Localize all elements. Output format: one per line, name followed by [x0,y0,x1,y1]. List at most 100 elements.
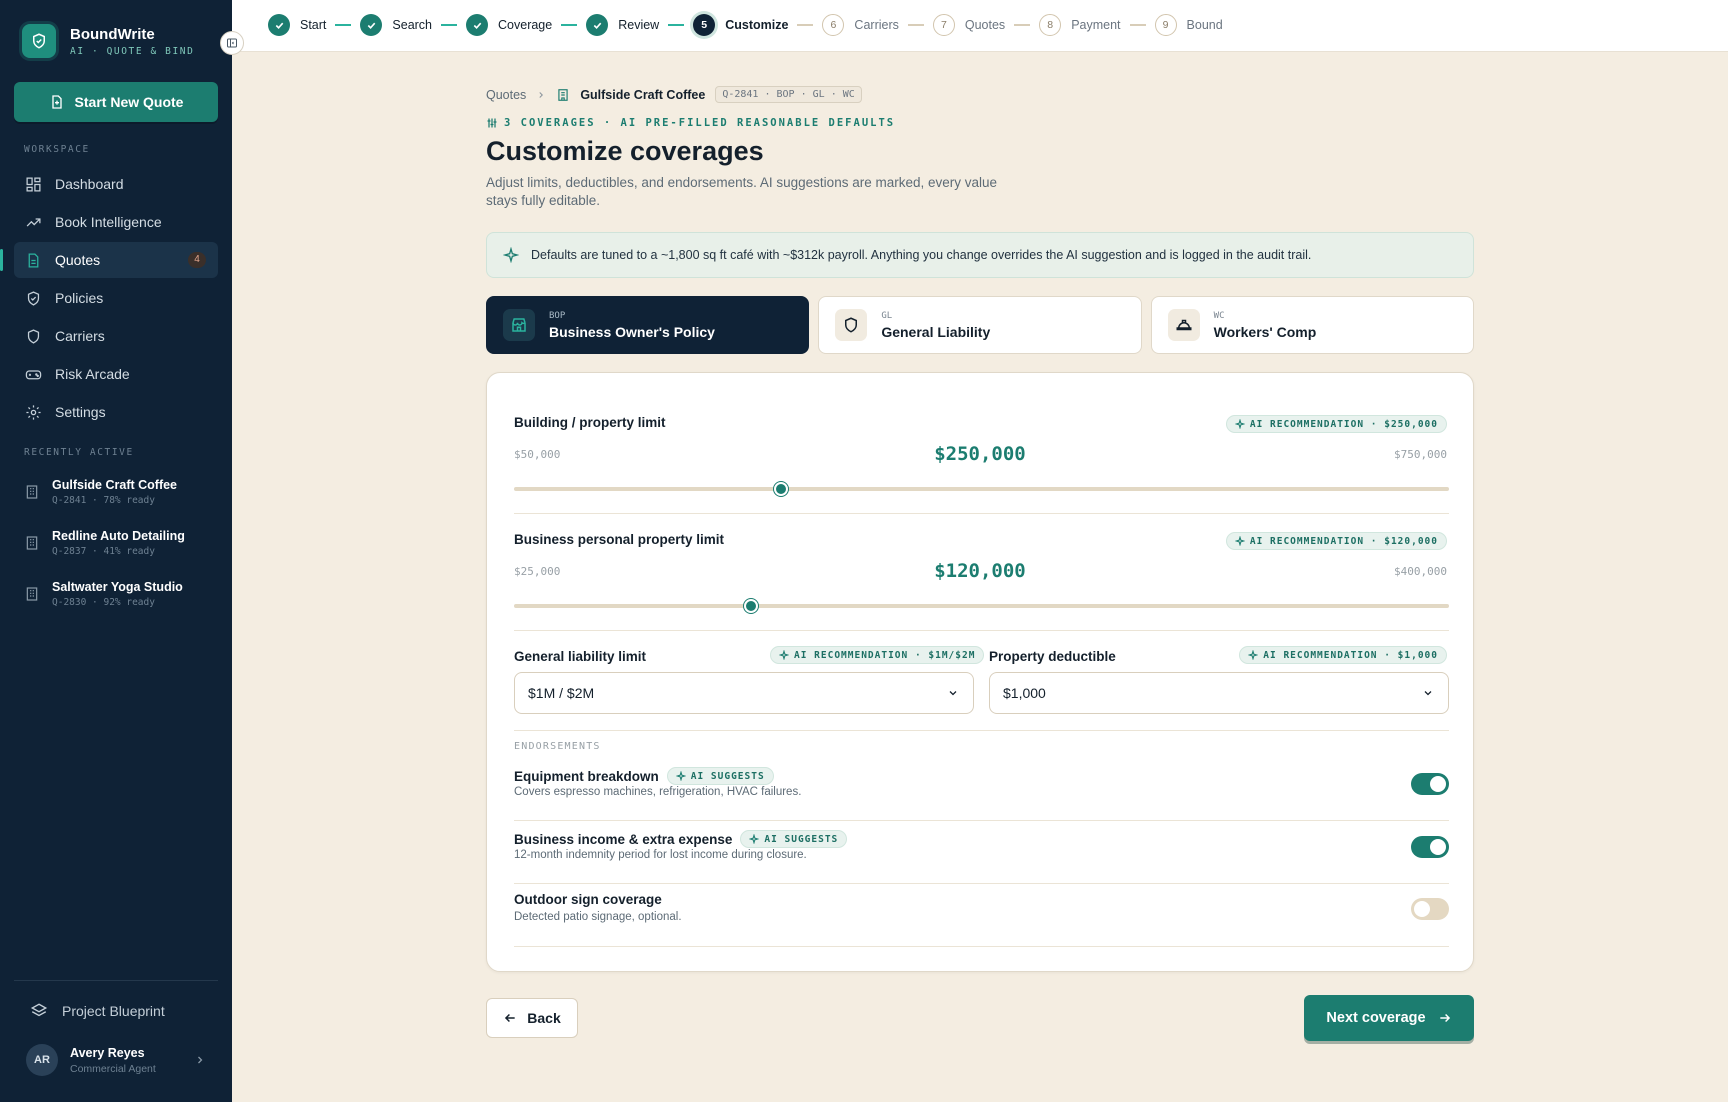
collapse-sidebar-button[interactable] [220,31,244,55]
step-carriers[interactable]: 6 Carriers [822,14,899,36]
building-icon [558,88,568,101]
equipment-breakdown-toggle[interactable] [1411,773,1449,795]
progress-stepper: Start Search Coverage Review 5 Customize… [268,14,1223,36]
tab-bop[interactable]: BOP Business Owner's Policy [486,296,810,354]
sidebar-item-policies[interactable]: Policies [14,280,218,316]
business-income-toggle[interactable] [1411,836,1449,858]
sidebar-item-book-intelligence[interactable]: Book Intelligence [14,204,218,240]
coverage-settings-card: Building / property limit AI RECOMMENDAT… [486,372,1474,972]
endorsement-equipment-breakdown: Equipment breakdown AI SUGGESTS Covers e… [514,757,1449,819]
tab-wc[interactable]: WC Workers' Comp [1150,296,1474,354]
step-number: 9 [1154,14,1177,36]
outdoor-sign-toggle[interactable] [1411,898,1449,920]
step-label: Review [618,18,660,32]
project-blueprint-link[interactable]: Project Blueprint [30,1002,165,1020]
tab-gl[interactable]: GL General Liability [818,296,1142,354]
bpp-limit-slider[interactable] [514,599,1449,613]
endorsement-outdoor-sign: Outdoor sign coverage Detected patio sig… [514,882,1449,944]
progress-stepper-bar: Start Search Coverage Review 5 Customize… [232,0,1728,52]
sparkle-icon [675,771,686,781]
recent-item-name: Redline Auto Detailing [52,529,185,543]
step-payment[interactable]: 8 Payment [1039,14,1121,36]
sidebar-item-carriers[interactable]: Carriers [14,318,218,354]
sidebar-item-risk-arcade[interactable]: Risk Arcade [14,356,218,392]
ai-recommendation-text: AI RECOMMENDATION · $250,000 [1249,418,1438,430]
ai-recommendation-chip: AI RECOMMENDATION · $1,000 [1239,646,1447,664]
step-label: Start [300,18,327,32]
step-connector [907,24,924,26]
ai-recommendation-text: AI RECOMMENDATION · $1,000 [1263,649,1438,661]
recent-item-gulfside[interactable]: Gulfside Craft Coffee Q-2841 · 78% ready [24,478,214,506]
sidebar-item-dashboard[interactable]: Dashboard [14,166,218,202]
building-limit-label: Building / property limit [514,415,666,430]
sidebar-item-settings[interactable]: Settings [14,394,218,430]
divider [514,630,1449,631]
page-kicker-text: 3 COVERAGES · AI PRE-FILLED REASONABLE D… [504,117,896,129]
step-review[interactable]: Review [586,14,659,36]
step-bound[interactable]: 9 Bound [1154,14,1223,36]
step-search[interactable]: Search [360,14,432,36]
ai-suggests-text: AI SUGGESTS [690,770,765,782]
slider-thumb[interactable] [743,599,758,613]
step-quotes[interactable]: 7 Quotes [932,14,1006,36]
gl-limit-select[interactable]: $1M / $2M [514,672,974,714]
check-icon [586,14,609,36]
step-connector [561,24,578,26]
building-limit-slider[interactable] [514,482,1449,496]
tab-code: BOP [549,310,566,321]
step-start[interactable]: Start [268,14,326,36]
select-value: $1,000 [1003,685,1046,701]
gamepad-icon [25,369,42,379]
user-menu[interactable]: AR Avery Reyes Commercial Agent [26,1044,206,1076]
property-deductible-label: Property deductible [989,649,1116,664]
back-button[interactable]: Back [486,998,578,1038]
brand[interactable]: BoundWrite AI · QUOTE & BIND [22,24,194,58]
next-button-label: Next coverage [1326,1010,1426,1026]
back-button-label: Back [527,1010,561,1026]
ai-suggests-chip: AI SUGGESTS [740,830,848,848]
recent-item-redline[interactable]: Redline Auto Detailing Q-2837 · 41% read… [24,529,214,557]
recent-item-saltwater[interactable]: Saltwater Yoga Studio Q-2830 · 92% ready [24,580,214,608]
step-number: 6 [822,14,845,36]
step-number: 8 [1039,14,1062,36]
breadcrumb-quotes-link[interactable]: Quotes [486,88,526,102]
coverage-tabs: BOP Business Owner's Policy GL General L… [486,296,1474,354]
grid-icon [26,176,41,192]
recently-active-title: RECENTLY ACTIVE [24,447,134,458]
step-label: Search [392,18,433,32]
tab-name: General Liability [881,323,991,340]
endorsement-business-income: Business income & extra expense AI SUGGE… [514,820,1449,882]
shield-icon [835,309,868,341]
sidebar: BoundWrite AI · QUOTE & BIND Start New Q… [0,0,232,1102]
step-customize[interactable]: 5 Customize [693,14,788,36]
next-coverage-button[interactable]: Next coverage [1304,995,1474,1041]
divider [514,946,1449,947]
breadcrumb-current: Gulfside Craft Coffee [580,87,706,102]
step-coverage[interactable]: Coverage [466,14,552,36]
sparkle-icon [1234,419,1245,429]
sidebar-divider [14,980,218,981]
building-icon [26,587,38,601]
endorsement-title: Equipment breakdown [514,768,659,784]
recent-item-name: Gulfside Craft Coffee [52,478,178,492]
new-document-icon [51,95,62,109]
step-connector [668,24,685,26]
sliders-icon [487,118,497,128]
sparkle-icon [1248,650,1259,660]
ai-defaults-banner: Defaults are tuned to a ~1,800 sq ft caf… [486,232,1474,278]
slider-thumb[interactable] [774,482,789,496]
page-kicker: 3 COVERAGES · AI PRE-FILLED REASONABLE D… [486,117,895,129]
step-label: Quotes [964,18,1006,32]
endorsement-title-row: Equipment breakdown AI SUGGESTS [514,767,774,785]
sidebar-item-quotes[interactable]: Quotes 4 [0,242,218,278]
shield-logo-icon [22,24,56,58]
tab-code: GL [881,310,893,321]
property-deductible-select[interactable]: $1,000 [989,672,1449,714]
check-icon [466,14,489,36]
endorsements-title: ENDORSEMENTS [514,741,601,752]
slider-max-label: $750,000 [1394,448,1447,461]
start-new-quote-button[interactable]: Start New Quote [14,82,218,122]
ai-recommendation-text: AI RECOMMENDATION · $120,000 [1249,535,1438,547]
slider-max-label: $400,000 [1394,565,1447,578]
gear-icon [26,404,41,420]
